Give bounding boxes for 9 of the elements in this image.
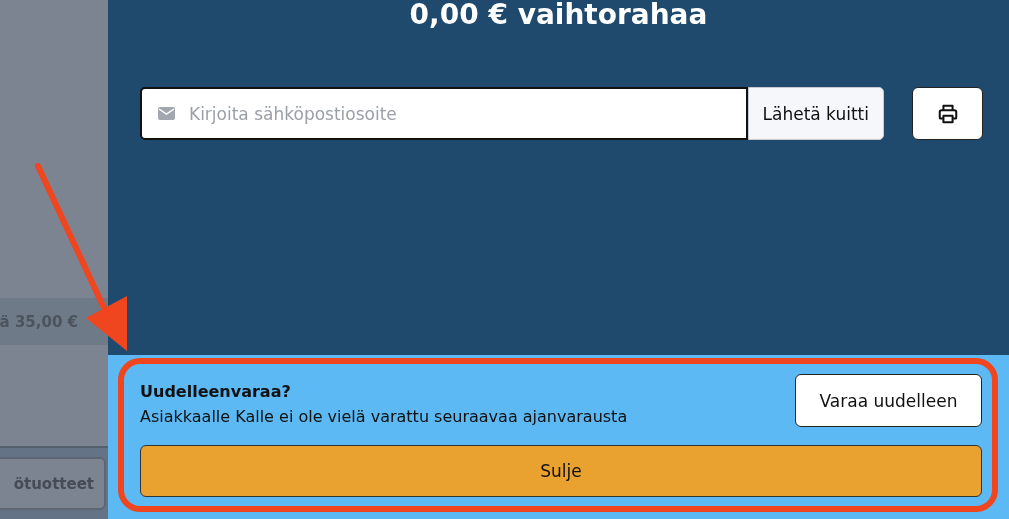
email-field[interactable]: Kirjoita sähköpostiosoite xyxy=(140,87,748,140)
rebook-title: Uudelleenvaraa? xyxy=(140,382,292,401)
rebook-message: Asiakkaalle Kalle ei ole vielä varattu seuraavaa ajanvarausta xyxy=(140,407,629,426)
change-amount: 0,00 € vaihtorahaa xyxy=(408,0,709,30)
rebook-button[interactable]: Varaa uudelleen xyxy=(795,374,982,427)
print-button[interactable] xyxy=(912,87,983,140)
send-receipt-button[interactable]: Lähetä kuitti xyxy=(747,87,884,140)
close-button[interactable]: Sulje xyxy=(140,445,982,497)
printer-icon xyxy=(936,102,959,125)
